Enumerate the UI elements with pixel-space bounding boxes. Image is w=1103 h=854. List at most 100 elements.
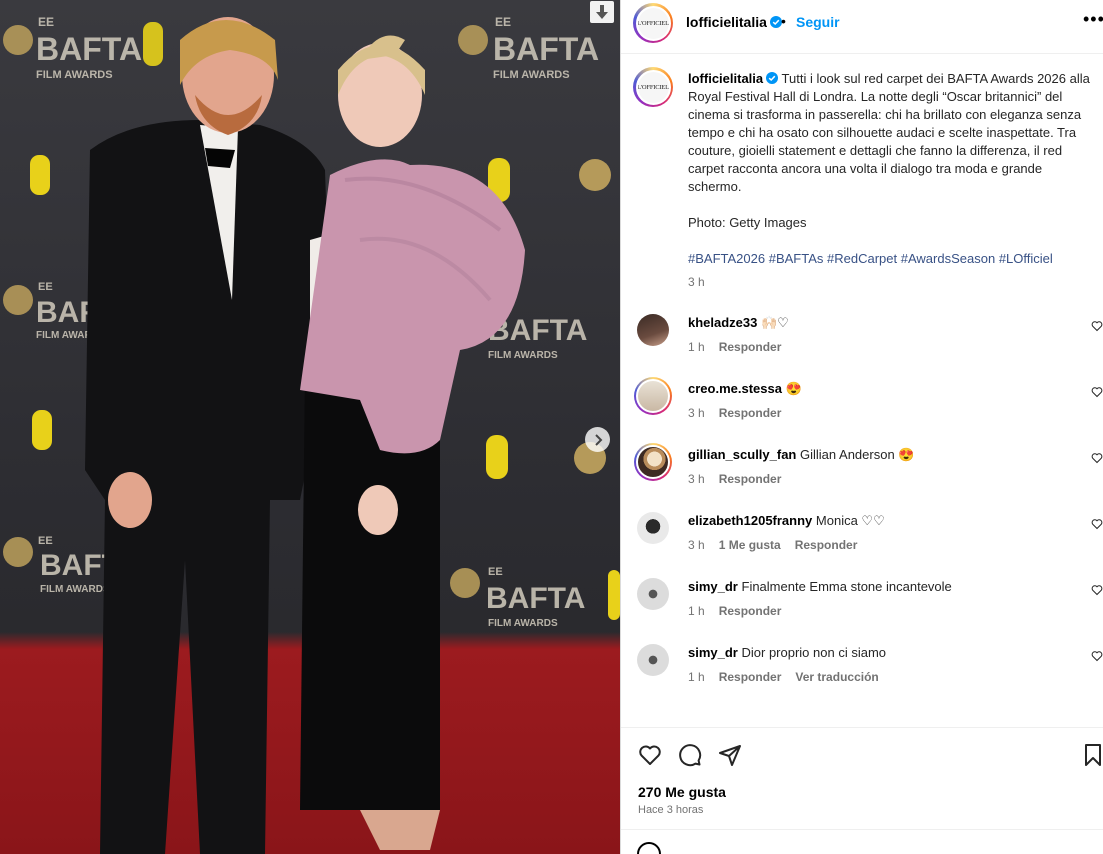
author-avatar[interactable]: L'OFFICIEL <box>633 3 673 43</box>
commenter-avatar[interactable] <box>637 512 669 544</box>
more-options-icon[interactable]: ••• <box>1083 9 1103 30</box>
like-comment-icon[interactable] <box>1091 452 1103 464</box>
man-figure <box>85 17 335 854</box>
reply-button[interactable]: Responder <box>719 472 782 486</box>
reply-button[interactable]: Responder <box>719 406 782 420</box>
comment-text: 🙌🏻♡ <box>761 315 789 330</box>
commenter-avatar[interactable] <box>634 443 672 481</box>
backdrop-film-awards: FILM AWARDS <box>488 350 558 361</box>
bafta-logo: EE BAFTA FILM AWARDS <box>450 566 585 629</box>
comment-item: elizabeth1205franny Monica ♡♡ 3 h 1 Me gu… <box>621 512 1103 572</box>
hashtag-list: #BAFTA2026 #BAFTAs #RedCarpet #AwardsSea… <box>688 250 1093 268</box>
like-comment-icon[interactable] <box>1091 386 1103 398</box>
chevron-right-icon <box>594 433 602 446</box>
next-image-button[interactable] <box>585 427 610 452</box>
comment-time: 1 h <box>688 670 705 684</box>
backdrop-film-awards: FILM AWARDS <box>488 618 558 629</box>
comment-text: 😍 <box>785 381 802 396</box>
comment-text: Monica ♡♡ <box>815 513 885 528</box>
comment-item: simy_dr Dior proprio non ci siamo 1 h Res… <box>621 644 1103 704</box>
post-actions <box>621 740 1103 770</box>
comment-username[interactable]: gillian_scully_fan <box>688 447 796 462</box>
caption-timestamp: 3 h <box>688 275 705 289</box>
like-comment-icon[interactable] <box>1091 584 1103 596</box>
bafta-logo: EE BAFTA FILM AWARDS <box>3 15 163 81</box>
comment-username[interactable]: simy_dr <box>688 579 738 594</box>
brand-logo: L'OFFICIEL <box>637 71 669 103</box>
photo-credit: Photo: Getty Images <box>688 215 807 230</box>
comment-time: 3 h <box>688 472 705 486</box>
like-comment-icon[interactable] <box>1091 650 1103 662</box>
comment-like-count[interactable]: 1 Me gusta <box>719 538 781 552</box>
separator-dot: • <box>781 13 786 29</box>
comment-item: creo.me.stessa 😍 3 h Responder <box>621 377 1103 440</box>
comment-time: 1 h <box>688 340 705 354</box>
comment-time: 3 h <box>688 406 705 420</box>
emoji-icon[interactable] <box>637 842 661 854</box>
comment-time: 3 h <box>688 538 705 552</box>
brand-logo: L'OFFICIEL <box>637 7 669 39</box>
bafta-logo: EE BAFTA FILM AWARDS <box>458 15 599 81</box>
follow-button[interactable]: Seguir <box>796 14 840 30</box>
reply-button[interactable]: Responder <box>719 670 782 684</box>
reply-button[interactable]: Responder <box>719 604 782 618</box>
reply-button[interactable]: Responder <box>719 340 782 354</box>
comment-item: gillian_scully_fan Gillian Anderson 😍 3 … <box>621 443 1103 506</box>
comment-text: Dior proprio non ci siamo <box>741 645 887 660</box>
post-media[interactable]: EE BAFTA FILM AWARDS EE BAFTA FILM AWARD… <box>0 0 620 854</box>
comment-item: simy_dr Finalmente Emma stone incantevol… <box>621 578 1103 638</box>
verified-badge-icon <box>766 72 779 84</box>
hashtag-link[interactable]: #LOfficiel <box>999 251 1053 266</box>
post-header: L'OFFICIEL lofficielitalia • Seguir ••• <box>621 0 1103 54</box>
comment-text: Gillian Anderson 😍 <box>800 447 915 462</box>
comment-username[interactable]: elizabeth1205franny <box>688 513 812 528</box>
comment-item: kheladze33 🙌🏻♡ 1 h Responder <box>621 314 1103 374</box>
backdrop-film-awards: FILM AWARDS <box>36 69 113 81</box>
hashtag-link[interactable]: #RedCarpet <box>827 251 897 266</box>
post-timestamp: Hace 3 horas <box>638 804 704 816</box>
comment-username[interactable]: simy_dr <box>688 645 738 660</box>
backdrop-ee: EE <box>38 281 53 293</box>
backdrop-ee: EE <box>488 566 503 578</box>
caption-body: lofficielitalia Tutti i look sul red car… <box>688 70 1093 268</box>
backdrop-film-awards: FILM AWARDS <box>493 69 570 81</box>
hashtag-link[interactable]: #AwardsSeason <box>901 251 995 266</box>
download-button[interactable] <box>590 1 614 23</box>
like-comment-icon[interactable] <box>1091 320 1103 332</box>
commenter-avatar[interactable] <box>634 377 672 415</box>
post-sidebar: L'OFFICIEL lofficielitalia • Seguir ••• … <box>621 0 1103 854</box>
like-heart-icon[interactable] <box>638 743 662 767</box>
backdrop-ee: EE <box>495 15 511 29</box>
hashtag-link[interactable]: #BAFTAs <box>769 251 824 266</box>
post-photo: EE BAFTA FILM AWARDS EE BAFTA FILM AWARD… <box>3 15 620 854</box>
backdrop-ee: EE <box>38 535 53 547</box>
backdrop-bafta: BAFTA <box>36 31 142 67</box>
share-send-icon[interactable] <box>718 743 742 767</box>
arrow-down-icon <box>596 5 608 19</box>
comment-bar-divider <box>621 829 1103 830</box>
caption-username[interactable]: lofficielitalia <box>688 71 779 86</box>
caption-avatar[interactable]: L'OFFICIEL <box>633 67 673 107</box>
commenter-avatar[interactable] <box>637 644 669 676</box>
see-translation-button[interactable]: Ver traducción <box>795 670 878 684</box>
save-bookmark-icon[interactable] <box>1083 743 1103 767</box>
backdrop-bafta: BAFTA <box>486 582 585 615</box>
backdrop-ee: EE <box>38 15 54 29</box>
comment-icon[interactable] <box>678 743 702 767</box>
actions-divider <box>621 727 1103 728</box>
author-username-text: lofficielitalia <box>686 14 767 30</box>
commenter-avatar[interactable] <box>637 578 669 610</box>
hashtag-link[interactable]: #BAFTA2026 <box>688 251 765 266</box>
like-count[interactable]: 270 Me gusta <box>638 784 726 800</box>
backdrop-bafta: BAFTA <box>493 31 599 67</box>
caption-text: Tutti i look sul red carpet dei BAFTA Aw… <box>688 71 1090 194</box>
like-comment-icon[interactable] <box>1091 518 1103 530</box>
comment-time: 1 h <box>688 604 705 618</box>
comment-text: Finalmente Emma stone incantevole <box>741 579 952 594</box>
reply-button[interactable]: Responder <box>795 538 858 552</box>
author-username[interactable]: lofficielitalia <box>686 14 782 30</box>
comment-username[interactable]: kheladze33 <box>688 315 757 330</box>
backdrop-film-awards: FILM AWARDS <box>40 584 110 595</box>
commenter-avatar[interactable] <box>637 314 669 346</box>
comment-username[interactable]: creo.me.stessa <box>688 381 782 396</box>
